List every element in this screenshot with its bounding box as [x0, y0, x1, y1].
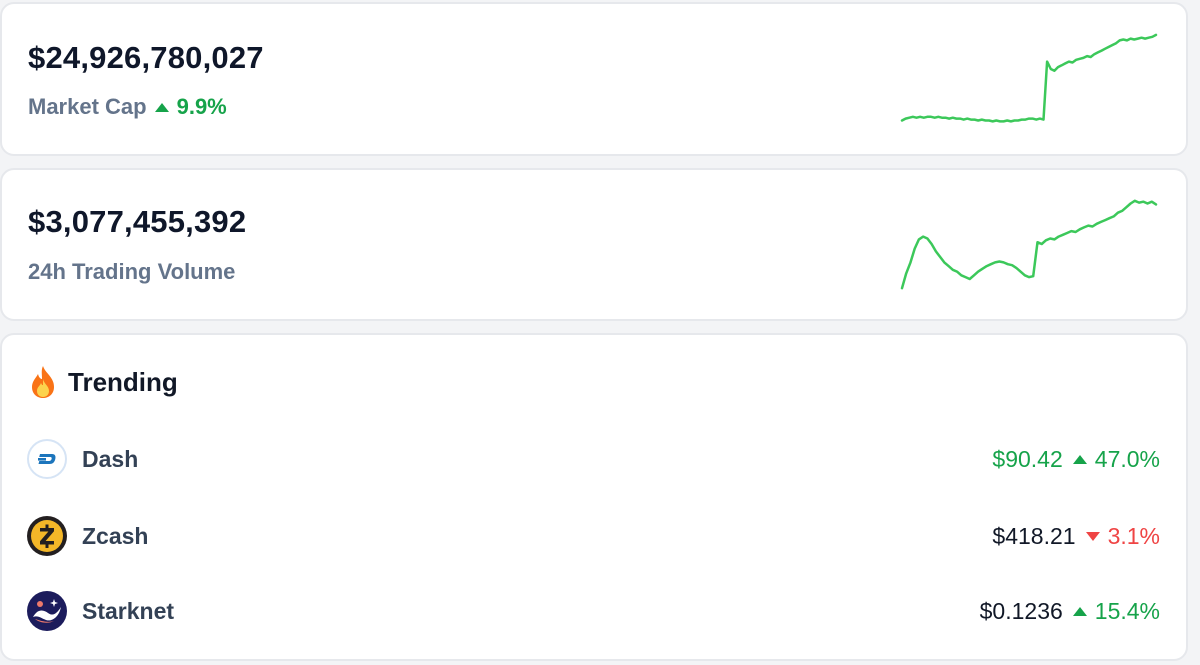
caret-up-icon — [1072, 454, 1087, 464]
trending-title: Trending — [68, 366, 178, 397]
trending-header: Trending — [28, 365, 178, 399]
market-cap-label-row: Market Cap 9.9% — [28, 94, 227, 120]
market-cap-label: Market Cap — [28, 94, 147, 119]
coin-change: 47.0% — [1072, 445, 1160, 473]
starknet-icon — [27, 591, 67, 631]
coin-price: $90.42 — [992, 445, 1063, 472]
coin-name: Zcash — [82, 522, 149, 549]
market-cap-change: 9.9% — [154, 94, 227, 120]
trading-volume-label: 24h Trading Volume — [28, 259, 236, 284]
market-cap-value: $24,926,780,027 — [28, 40, 264, 75]
coin-price-change: $418.21 3.1% — [992, 523, 1160, 550]
caret-up-icon — [154, 102, 169, 112]
trading-volume-value: $3,077,455,392 — [28, 204, 247, 239]
coin-change-value: 15.4% — [1094, 597, 1160, 624]
caret-down-icon — [1085, 531, 1100, 541]
coin-name: Dash — [82, 445, 139, 472]
market-overview-page: $24,926,780,027 Market Cap 9.9% $3,077,4… — [0, 0, 1200, 665]
market-cap-sparkline-line — [900, 33, 1158, 123]
market-cap-card[interactable]: $24,926,780,027 Market Cap 9.9% — [0, 2, 1188, 156]
dash-icon — [27, 439, 67, 479]
coin-price-change: $0.1236 15.4% — [980, 598, 1160, 625]
coin-price: $0.1236 — [979, 597, 1063, 624]
trending-row-zcash[interactable]: Zcash $418.21 3.1% — [26, 514, 1160, 558]
trending-row-starknet[interactable]: Starknet $0.1236 15.4% — [26, 589, 1160, 633]
coin-change-value: 47.0% — [1094, 445, 1160, 472]
coin-change: 3.1% — [1085, 522, 1160, 550]
trending-card: Trending Dash $90.42 47.0% Zcash $418.21… — [0, 333, 1188, 661]
market-cap-change-value: 9.9% — [176, 94, 227, 119]
coin-change-value: 3.1% — [1107, 522, 1160, 549]
coin-price: $418.21 — [992, 522, 1076, 549]
caret-up-icon — [1072, 606, 1087, 616]
coin-price-change: $90.42 47.0% — [992, 446, 1160, 473]
coin-name: Starknet — [82, 597, 175, 624]
market-cap-sparkline — [900, 33, 1158, 123]
zcash-icon — [27, 516, 67, 556]
trading-volume-sparkline-line — [900, 199, 1158, 290]
coin-change: 15.4% — [1072, 597, 1160, 625]
trading-volume-sparkline — [900, 199, 1158, 290]
trending-row-dash[interactable]: Dash $90.42 47.0% — [26, 437, 1160, 481]
fire-icon — [32, 366, 54, 398]
trading-volume-card[interactable]: $3,077,455,392 24h Trading Volume — [0, 168, 1188, 321]
